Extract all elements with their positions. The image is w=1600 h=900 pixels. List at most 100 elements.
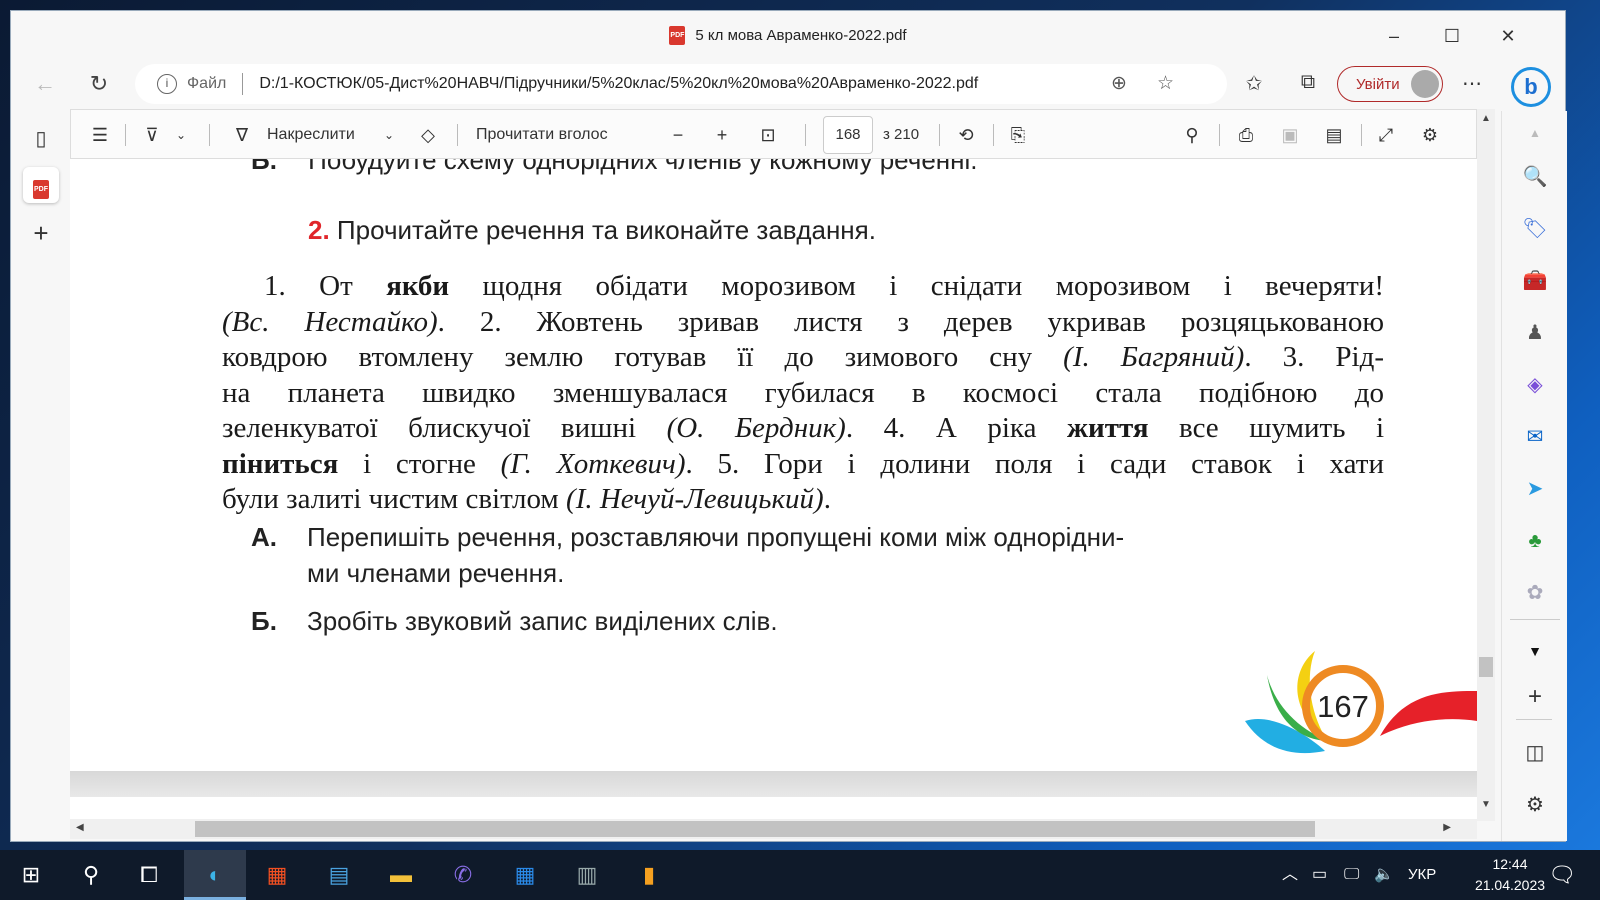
eraser-icon[interactable]: ◇ — [413, 110, 443, 160]
divider — [1516, 719, 1552, 720]
sign-in-button[interactable]: Увійти — [1337, 66, 1443, 102]
paragraph-line: на планета швидко зменшувалася губилася … — [222, 375, 1384, 411]
save-as-icon[interactable]: ▤ — [1319, 110, 1349, 160]
zoom-out-button[interactable]: − — [663, 110, 693, 160]
save-icon[interactable]: ▣ — [1275, 110, 1305, 160]
send-icon[interactable]: ➤ — [1519, 473, 1551, 505]
notifications-icon[interactable]: 🗨 — [1548, 850, 1576, 900]
highlight-icon[interactable]: ⊽ — [137, 110, 167, 160]
more-apps-chevron-icon[interactable]: ▼ — [1519, 635, 1551, 667]
divider — [1361, 124, 1362, 146]
author-citation: (І. Нечуй-Левицький) — [566, 483, 824, 515]
add-favorite-icon[interactable]: ☆ — [1157, 72, 1174, 95]
item-text: Зробіть звуковий запис виділених слів. — [307, 606, 778, 636]
collections-icon[interactable]: ⧉ — [1293, 71, 1323, 94]
tree-icon[interactable]: ♣ — [1519, 525, 1551, 557]
author-citation: (О. Бердник) — [666, 412, 846, 444]
shopping-tag-icon[interactable]: 🏷 — [1519, 213, 1551, 245]
address-bar[interactable]: i Файл D:/1-КОСТЮК/05-Дист%20НАВЧ/Підруч… — [135, 64, 1227, 104]
prev-item: Б. Побудуйте схему однорідних членів у к… — [251, 159, 978, 176]
contents-icon[interactable]: ☰ — [85, 110, 115, 160]
minimize-button[interactable]: – — [1371, 23, 1417, 49]
draw-button[interactable]: Накреслити — [267, 110, 355, 160]
back-button[interactable]: ← — [29, 69, 61, 99]
tab-actions-icon[interactable]: ▯ — [23, 121, 59, 157]
search-icon[interactable]: ⚲ — [60, 850, 122, 900]
favorites-icon[interactable]: ✩ — [1239, 71, 1269, 96]
close-button[interactable]: ✕ — [1485, 23, 1531, 49]
notes-icon[interactable]: ▮ — [618, 850, 680, 900]
chevron-down-icon[interactable]: ⌄ — [171, 110, 191, 160]
scrollbar-thumb[interactable] — [195, 821, 1315, 837]
file-explorer-icon[interactable]: ▬ — [370, 850, 432, 900]
page-number-logo: 167 — [1245, 651, 1477, 754]
paragraph-line: (Вс. Нестайко). 2. Жовтень зривав листя … — [222, 304, 1384, 340]
browser-window: PDF 5 кл мова Авраменко-2022.pdf – ☐ ✕ ←… — [10, 10, 1567, 842]
store-icon[interactable]: ▦ — [246, 850, 308, 900]
tools-icon[interactable]: 🧰 — [1519, 265, 1551, 297]
fit-width-icon[interactable]: ⊡ — [753, 110, 783, 160]
new-tab-icon[interactable]: + — [23, 215, 59, 251]
paragraph-line: зеленкуватої блискучої вишні (О. Бердник… — [222, 410, 1384, 446]
volume-icon[interactable]: 🔈 — [1374, 850, 1394, 900]
paragraph-line: піниться і стогне (Г. Хоткевич). 5. Гори… — [222, 446, 1384, 482]
tab-pdf[interactable]: PDF — [23, 167, 59, 203]
refresh-button[interactable]: ↻ — [83, 69, 115, 99]
divider — [805, 124, 806, 146]
pdf-toolbar: ☰ ⊽ ⌄ ∇ Накреслити ⌄ ◇ Прочитати вголос … — [70, 109, 1477, 159]
scroll-down-arrow[interactable]: ▼ — [1481, 799, 1491, 810]
bing-chat-icon[interactable]: b — [1511, 67, 1551, 107]
page-view-icon[interactable]: ⎘ — [1003, 110, 1033, 160]
writer-icon[interactable]: ▤ — [308, 850, 370, 900]
scroll-left-arrow[interactable]: ◀ — [76, 822, 84, 833]
search-icon[interactable]: ⚲ — [1177, 110, 1207, 160]
sentence-text: на планета швидко зменшувалася губилася … — [222, 376, 1384, 409]
network-icon[interactable]: 🖵 — [1344, 850, 1359, 900]
divider — [1510, 619, 1560, 620]
scroll-up-arrow[interactable]: ▲ — [1481, 113, 1491, 124]
divider — [1219, 124, 1220, 146]
vertical-scrollbar[interactable]: ▲ ▼ — [1477, 109, 1495, 821]
language-indicator[interactable]: УКР — [1408, 850, 1436, 900]
print-icon[interactable]: ⎙ — [1231, 110, 1261, 160]
clock[interactable]: 12:44 21.04.2023 — [1460, 854, 1560, 896]
extension-icon[interactable]: ✿ — [1519, 577, 1551, 609]
gear-icon[interactable]: ⚙ — [1415, 110, 1445, 160]
taskbar: ⊞ ⚲ ⧠ ◐ ▦ ▤ ▬ ✆ ▦ ▥ ▮ ︿ ▭ 🖵 🔈 УКР 12:44 … — [0, 850, 1600, 900]
viber-icon[interactable]: ✆ — [432, 850, 494, 900]
office-icon[interactable]: ◈ — [1519, 369, 1551, 401]
horizontal-scrollbar[interactable]: ◀ ▶ — [70, 819, 1477, 839]
draw-icon[interactable]: ∇ — [227, 110, 257, 160]
page-number-input[interactable]: 168 — [823, 116, 873, 154]
hide-sidebar-icon[interactable]: ◫ — [1519, 737, 1551, 769]
sidebar-scroll-up[interactable]: ▲ — [1519, 117, 1551, 149]
title-bar: PDF 5 кл мова Авраменко-2022.pdf – ☐ ✕ — [11, 11, 1565, 59]
start-button[interactable]: ⊞ — [0, 850, 62, 900]
sidebar-settings-icon[interactable]: ⚙ — [1519, 789, 1551, 821]
rotate-icon[interactable]: ⟲ — [951, 110, 981, 160]
search-icon[interactable]: 🔍 — [1519, 161, 1551, 193]
show-hidden-icons[interactable]: ︿ — [1282, 850, 1298, 900]
outlook-icon[interactable]: ✉ — [1519, 421, 1551, 453]
fullscreen-icon[interactable]: ⤢ — [1371, 110, 1401, 160]
games-icon[interactable]: ♟ — [1519, 317, 1551, 349]
maximize-button[interactable]: ☐ — [1429, 23, 1475, 49]
url-text[interactable]: D:/1-КОСТЮК/05-Дист%20НАВЧ/Підручники/5%… — [259, 75, 978, 93]
calculator-icon[interactable]: ▥ — [556, 850, 618, 900]
zoom-icon[interactable]: ⊕ — [1111, 72, 1127, 95]
pdf-file-icon: PDF — [669, 25, 686, 45]
task-view-icon[interactable]: ⧠ — [118, 850, 180, 900]
scroll-right-arrow[interactable]: ▶ — [1443, 822, 1451, 833]
info-icon[interactable]: i — [157, 74, 177, 94]
read-aloud-button[interactable]: Прочитати вголос — [476, 110, 608, 160]
task-heading: 2. Прочитайте речення та виконайте завда… — [308, 215, 876, 246]
edge-taskbar-icon[interactable]: ◐ — [184, 850, 246, 900]
battery-icon[interactable]: ▭ — [1312, 850, 1327, 900]
more-icon[interactable]: ⋯ — [1457, 71, 1487, 96]
add-app-icon[interactable]: + — [1519, 681, 1551, 713]
scrollbar-thumb[interactable] — [1479, 657, 1493, 677]
chevron-down-icon[interactable]: ⌄ — [379, 110, 399, 160]
sentence-text: щодня обідати морозивом і снідати морози… — [449, 270, 1384, 302]
calendar-icon[interactable]: ▦ — [494, 850, 556, 900]
zoom-in-button[interactable]: + — [707, 110, 737, 160]
